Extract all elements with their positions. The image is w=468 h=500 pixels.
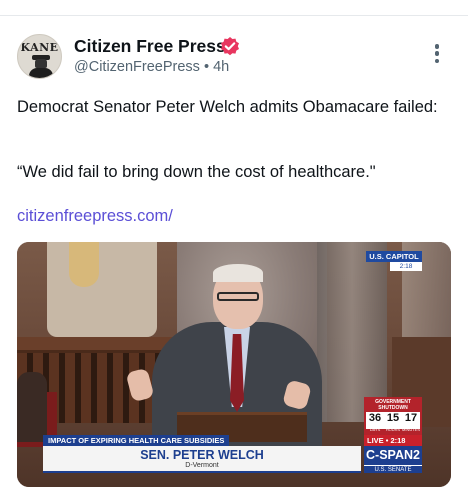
staffer-figure	[47, 242, 157, 337]
shutdown-label: GOVERNMENT SHUTDOWN	[375, 399, 411, 411]
senator-hair	[213, 264, 263, 282]
more-options-icon[interactable]	[433, 44, 441, 68]
location-label: U.S. CAPITOL	[366, 251, 422, 262]
aide-figure	[17, 372, 47, 442]
senator-glasses	[217, 292, 259, 301]
topic-banner: IMPACT OF EXPIRING HEALTH CARE SUBSIDIES	[43, 435, 230, 446]
avatar-head	[35, 59, 47, 68]
shutdown-clock: GOVERNMENT SHUTDOWN 36 15 17 DAYS HOURS …	[364, 397, 422, 435]
author-name[interactable]: Citizen Free Press	[74, 36, 226, 57]
network-bug: LIVE • 2:18 C-SPAN2 U.S. SENATE	[364, 435, 422, 473]
lower-third: IMPACT OF EXPIRING HEALTH CARE SUBSIDIES…	[43, 435, 361, 473]
author-meta: @CitizenFreePress • 4h	[74, 59, 229, 75]
shutdown-days: 36	[368, 412, 382, 424]
badge-time: 2:18	[390, 262, 422, 271]
top-divider	[0, 15, 468, 16]
shutdown-hours: 15	[386, 412, 400, 424]
avatar-text: KANE	[20, 41, 59, 54]
post-quote: “We did fail to bring down the cost of h…	[17, 163, 376, 181]
minutes-label: MINUTES	[402, 427, 420, 432]
verified-badge-icon	[221, 37, 239, 56]
video-thumbnail[interactable]: U.S. CAPITOL 2:18 GOVERNMENT SHUTDOWN 36…	[17, 242, 451, 487]
author-handle[interactable]: @CitizenFreePress	[74, 59, 200, 75]
shutdown-minutes: 17	[404, 412, 418, 424]
post-link[interactable]: citizenfreepress.com/	[17, 206, 173, 228]
meta-separator: •	[203, 59, 210, 75]
speaker-party: D-Vermont	[185, 462, 219, 469]
location-badge: U.S. CAPITOL 2:18	[366, 251, 422, 275]
speaker-name: SEN. PETER WELCH	[140, 448, 264, 462]
staffer-hair	[69, 242, 99, 287]
name-plate: SEN. PETER WELCH D-Vermont	[43, 446, 361, 473]
live-indicator: LIVE • 2:18	[364, 435, 422, 446]
avatar-figure	[29, 68, 53, 78]
avatar[interactable]: KANE	[17, 34, 62, 79]
network-chamber: U.S. SENATE	[364, 465, 422, 473]
post-time[interactable]: 4h	[213, 59, 229, 75]
hours-label: HOURS	[385, 427, 401, 432]
post-text: Democrat Senator Peter Welch admits Obam…	[17, 98, 438, 116]
network-logo: C-SPAN2	[364, 446, 422, 465]
days-label: DAYS	[369, 427, 381, 432]
